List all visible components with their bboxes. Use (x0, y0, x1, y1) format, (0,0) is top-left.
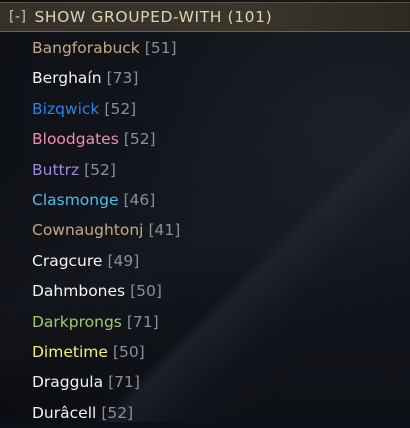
player-level: [49] (107, 251, 140, 270)
list-item[interactable]: Bangforabuck [51] (32, 33, 180, 63)
grouped-with-list: Bangforabuck [51] Berghaín [73] Bizqwick [5… (32, 33, 180, 428)
list-item[interactable]: Cragcure [49] (32, 246, 180, 276)
player-name: Cragcure (32, 251, 103, 270)
player-name: Darkprongs (32, 312, 122, 331)
player-name: Berghaín (32, 69, 102, 88)
player-name: Bizqwick (32, 99, 100, 118)
list-item[interactable]: Durâcell [52] (32, 398, 180, 428)
player-name: Cownaughtonj (32, 221, 144, 240)
list-item[interactable]: Cownaughtonj [41] (32, 215, 180, 245)
list-item[interactable]: Draggula [71] (32, 367, 180, 397)
player-level: [71] (108, 373, 140, 392)
list-item[interactable]: Darkprongs [71] (32, 307, 180, 337)
player-level: [52] (101, 403, 134, 422)
list-item[interactable]: Berghaín [73] (32, 63, 180, 93)
player-level: [52] (84, 160, 116, 179)
player-level: [41] (148, 221, 181, 240)
player-level: [46] (123, 190, 156, 209)
player-name: Bloodgates (32, 130, 119, 149)
player-level: [73] (106, 69, 139, 88)
player-level: [50] (130, 282, 162, 301)
list-item[interactable]: Buttrz [52] (32, 155, 180, 185)
player-name: Dimetime (32, 342, 108, 361)
list-item[interactable]: Clasmonge [46] (32, 185, 180, 215)
list-item[interactable]: Dimetime [50] (32, 337, 180, 367)
list-item[interactable]: Bizqwick [52] (32, 94, 180, 124)
player-name: Dahmbones (32, 282, 126, 301)
collapse-toggle[interactable]: [-] (9, 9, 26, 25)
player-name: Draggula (32, 373, 104, 392)
player-name: Clasmonge (32, 190, 119, 209)
grouped-with-header[interactable]: [-] SHOW GROUPED-WITH (101) (0, 2, 410, 32)
list-item[interactable]: Bloodgates [52] (32, 124, 180, 154)
player-level: [52] (104, 99, 137, 118)
section-title: SHOW GROUPED-WITH (101) (34, 8, 273, 26)
list-item[interactable]: Dahmbones [50] (32, 276, 180, 306)
player-name: Durâcell (32, 403, 97, 422)
player-name: Bangforabuck (32, 39, 140, 57)
player-level: [71] (126, 312, 159, 331)
player-level: [52] (123, 130, 156, 149)
player-name: Buttrz (32, 160, 80, 179)
player-level: [50] (112, 342, 145, 361)
player-level: [51] (144, 39, 177, 57)
